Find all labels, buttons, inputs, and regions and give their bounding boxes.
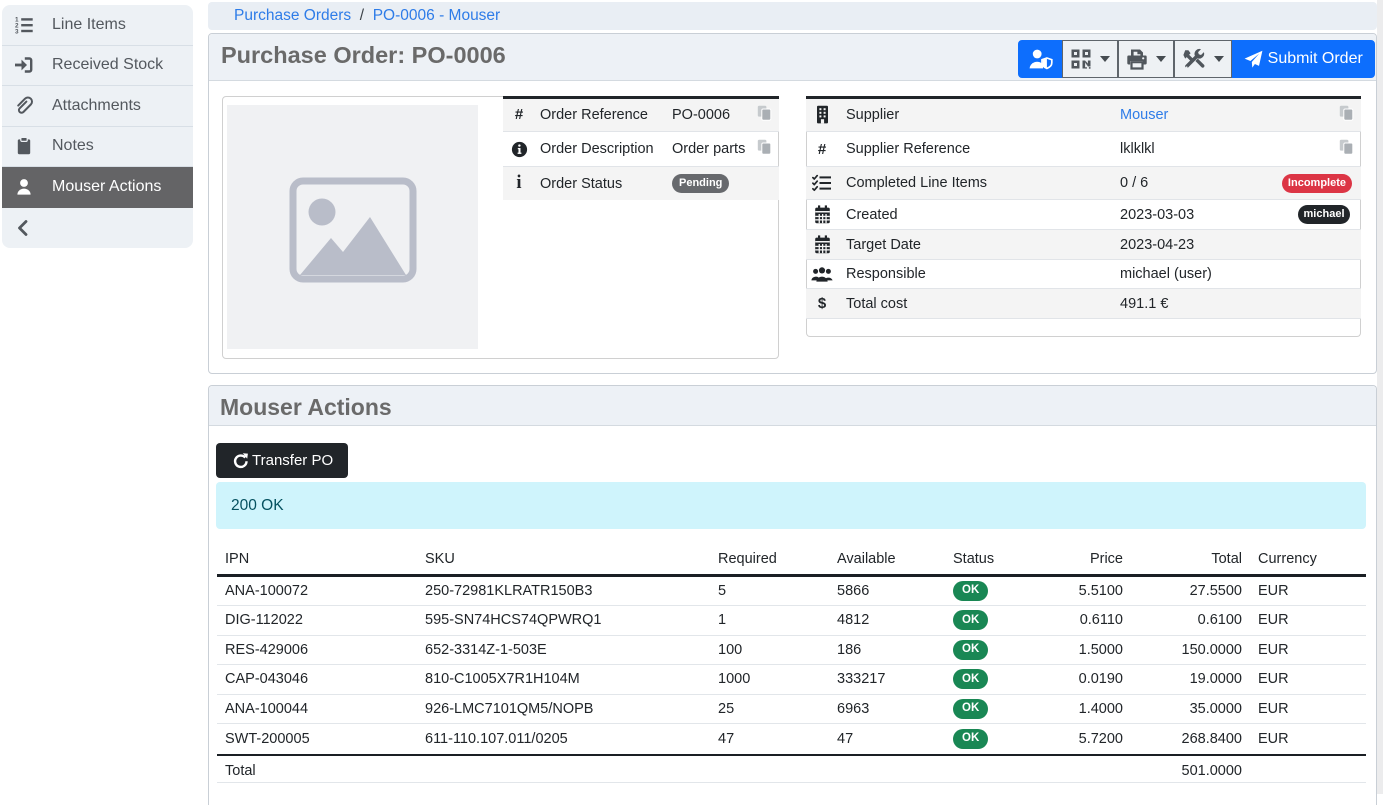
svg-text:3: 3 <box>15 28 19 35</box>
